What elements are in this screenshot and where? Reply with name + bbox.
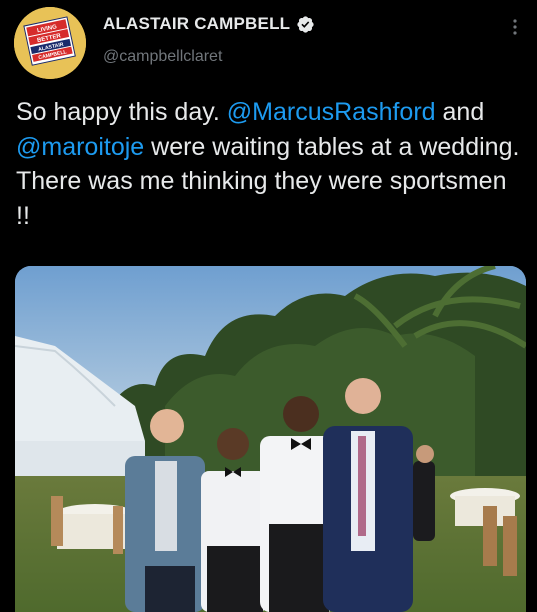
- tweet-text: So happy this day. @MarcusRashford and @…: [16, 95, 526, 233]
- more-options-icon[interactable]: [507, 16, 523, 38]
- tweet-header: LIVING BETTER ALASTAIR CAMPBELL ALASTAIR…: [0, 0, 537, 90]
- tweet-photo[interactable]: [15, 266, 526, 612]
- verified-badge-icon: [296, 15, 315, 34]
- author-display-name[interactable]: ALASTAIR CAMPBELL: [103, 14, 290, 34]
- wedding-photo: [15, 266, 526, 612]
- avatar-image: LIVING BETTER ALASTAIR CAMPBELL: [14, 7, 86, 79]
- mention-maroitoje[interactable]: @maroitoje: [16, 133, 144, 161]
- author-name-row[interactable]: ALASTAIR CAMPBELL: [103, 14, 315, 34]
- tweet-text-mid: and: [435, 98, 485, 126]
- mention-marcus-rashford[interactable]: @MarcusRashford: [227, 98, 436, 126]
- tweet-text-intro: So happy this day.: [16, 98, 227, 126]
- avatar[interactable]: LIVING BETTER ALASTAIR CAMPBELL: [14, 7, 86, 79]
- author-handle[interactable]: @campbellclaret: [103, 48, 222, 66]
